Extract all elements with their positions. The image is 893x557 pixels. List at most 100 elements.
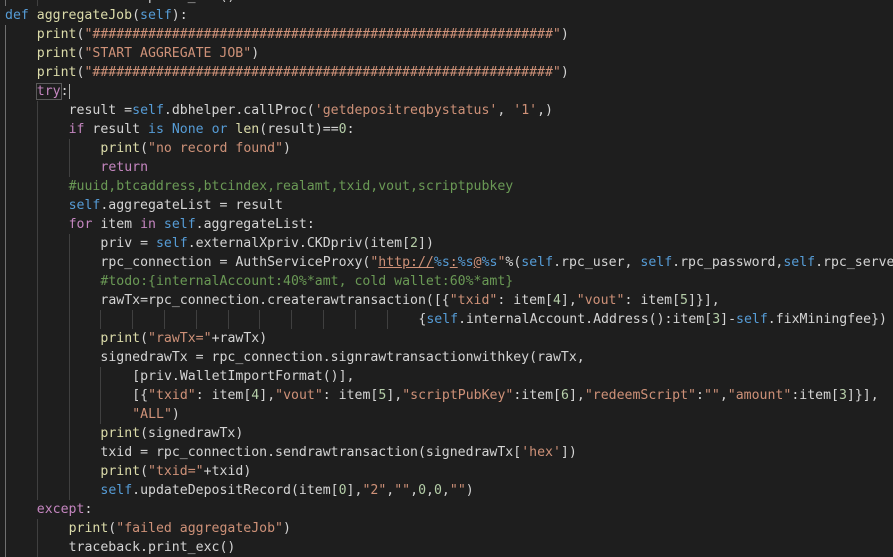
code-token: , [426,483,434,498]
code-line[interactable]: self.aggregateList = result [5,196,893,215]
code-line[interactable]: if result is None or len(result)==0: [5,120,893,139]
code-token: 6 [561,388,569,403]
code-line[interactable]: rpc_connection = AuthServiceProxy("http:… [5,253,893,272]
code-token: "vout" [275,388,323,403]
code-token: ) [560,27,569,42]
code-line[interactable]: #uuid,btcaddress,btcindex,realamt,txid,v… [5,177,893,196]
code-token: %s [433,255,450,270]
code-line[interactable]: print("#################################… [5,63,893,82]
code-line[interactable]: [priv.WalletImportFormat()], [5,367,893,386]
code-line[interactable]: self.updateDepositRecord(item[0],"2","",… [5,481,893,500]
code-token: 'hex' [521,445,561,460]
code-area[interactable]: traceback.print_exc()def aggregateJob(se… [5,0,893,557]
code-line[interactable]: print("START AGGREGATE JOB") [5,44,893,63]
code-line[interactable]: print(signedrawTx) [5,424,893,443]
code-token: result [84,122,149,137]
code-token: self [155,236,188,251]
code-token: ]}], [846,388,879,403]
code-token: traceback.print_exc() [69,0,236,4]
code-line[interactable]: try: [5,82,893,101]
code-text: self.aggregateList = result [5,198,283,213]
code-token: http:// [378,255,434,270]
code-editor[interactable]: traceback.print_exc()def aggregateJob(se… [0,0,893,557]
code-line[interactable]: signedrawTx = rpc_connection.signrawtran… [5,348,893,367]
code-token: rpc_connection = AuthServiceProxy( [100,255,371,270]
code-token: ]}], [687,293,720,308]
code-text: for item in self.aggregateList: [5,217,315,232]
code-line[interactable]: print("failed aggregateJob") [5,519,893,538]
code-line[interactable]: txid = rpc_connection.sendrawtransaction… [5,443,893,462]
code-token: ) [251,46,260,61]
code-token: "#######################################… [84,65,561,80]
code-line[interactable]: return [5,158,893,177]
code-line[interactable]: print("rawTx="+rawTx) [5,329,893,348]
code-token: : [696,388,704,403]
code-token: %s [481,255,498,270]
code-token: "vout" [576,293,625,308]
code-line[interactable]: for item in self.aggregateList: [5,215,893,234]
code-token: rawTx=rpc_connection.createrawtransactio… [100,293,450,308]
code-token: self [132,103,164,118]
code-token: .aggregateList = result [100,198,283,213]
code-token: "2" [362,483,387,498]
code-text: "ALL") [5,407,180,422]
code-text: self.updateDepositRecord(item[0],"2","",… [5,483,473,498]
code-line[interactable]: [{"txid": item[4],"vout": item[5],"scrip… [5,386,893,405]
code-line[interactable]: {self.internalAccount.Address():item[3]-… [5,310,893,329]
code-token: ) [282,521,291,536]
code-token: self [426,312,459,327]
code-token: .rpc_server)) [815,255,893,270]
code-token: "START AGGREGATE JOB" [84,46,252,61]
code-token: +txid) [203,464,252,479]
code-line[interactable]: except: [5,500,893,519]
code-line[interactable]: print("#################################… [5,25,893,44]
code-token: return [100,160,149,175]
code-token: result = [68,103,133,118]
text-cursor [68,83,70,99]
code-token: for [68,217,93,232]
code-token: : item[ [195,388,252,403]
code-text: [priv.WalletImportFormat()], [5,369,354,384]
code-line[interactable]: rawTx=rpc_connection.createrawtransactio… [5,291,893,310]
code-line[interactable]: "ALL") [5,405,893,424]
code-text: def aggregateJob(self): [5,8,188,23]
code-token: "" [449,483,466,498]
code-line[interactable]: def aggregateJob(self): [5,6,893,25]
code-text: #todo:{internalAccount:40%*amt, cold wal… [5,274,513,289]
code-line[interactable]: #todo:{internalAccount:40%*amt, cold wal… [5,272,893,291]
code-token: .internalAccount.Address():item[ [458,312,713,327]
code-line[interactable]: result =self.dbhelper.callProc('getdepos… [5,101,893,120]
code-text: priv = self.externalXpriv.CKDpriv(item[2… [5,236,434,251]
code-token: if [68,122,85,137]
code-token: , [441,483,450,498]
code-text: rawTx=rpc_connection.createrawtransactio… [5,293,720,308]
code-token: ( [132,8,141,23]
code-line[interactable]: traceback.print_exc() [5,538,893,557]
code-token: #uuid,btcaddress,btcindex,realamt,txid,v… [68,179,514,194]
code-token: def [5,8,29,23]
code-line[interactable]: print("no record found") [5,139,893,158]
code-line[interactable]: priv = self.externalXpriv.CKDpriv(item[2… [5,234,893,253]
code-token: .fixMiningfee}) [767,312,887,327]
code-text: traceback.print_exc() [5,540,236,555]
code-token: .rpc_user, [553,255,641,270]
code-line[interactable]: print("txid="+txid) [5,462,893,481]
code-token: self [68,198,101,213]
code-token: txid = rpc_connection.sendrawtransaction… [100,445,522,460]
code-text: rpc_connection = AuthServiceProxy("http:… [5,255,893,270]
code-token: ( [140,141,149,156]
code-token: item [92,217,141,232]
code-token: "amount" [727,388,792,403]
code-token: 3 [838,388,847,403]
code-token: [{ [132,388,149,403]
code-token: .rpc_password, [672,255,784,270]
code-token: 0 [418,483,427,498]
code-token: "scriptPubKey" [402,388,514,403]
code-text: print("START AGGREGATE JOB") [5,46,259,61]
code-text: print(signedrawTx) [5,426,243,441]
code-token: %( [505,255,522,270]
code-token: ( [140,331,149,346]
